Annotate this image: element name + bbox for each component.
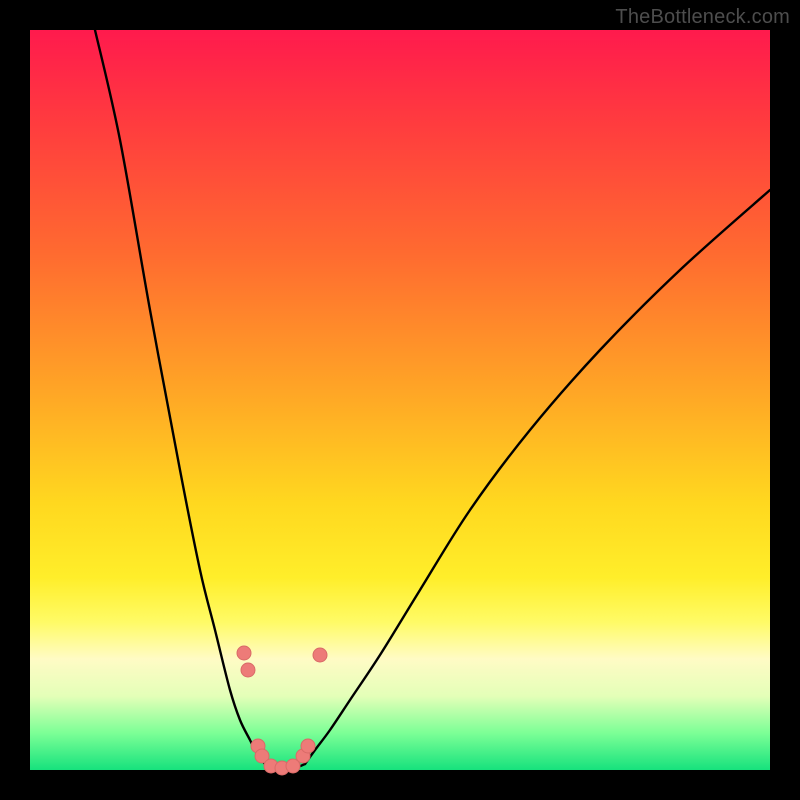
marker-group — [237, 646, 327, 775]
chart-svg — [30, 30, 770, 770]
watermark-text: TheBottleneck.com — [615, 6, 790, 29]
data-marker — [237, 646, 251, 660]
data-marker — [313, 648, 327, 662]
data-marker — [301, 739, 315, 753]
data-marker — [241, 663, 255, 677]
chart-stage: TheBottleneck.com — [0, 0, 800, 800]
curve-group — [95, 30, 770, 768]
plot-area — [30, 30, 770, 770]
curve-right-branch — [305, 190, 770, 764]
